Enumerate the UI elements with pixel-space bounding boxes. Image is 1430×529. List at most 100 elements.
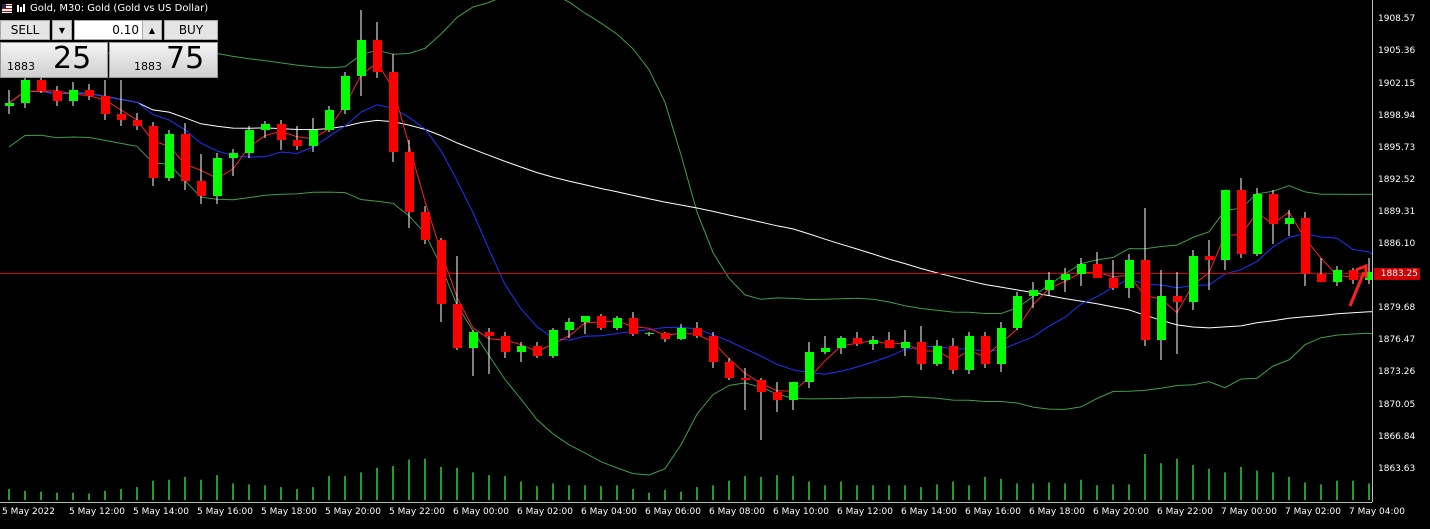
bear-candle: [885, 340, 894, 348]
price-tick-label: 1863.63: [1378, 463, 1416, 474]
bull-candle: [245, 130, 254, 153]
bear-candle: [1237, 190, 1246, 254]
time-tick-label: 5 May 12:00: [69, 507, 125, 517]
volume-decrease-button[interactable]: ▼: [52, 20, 72, 40]
sell-button[interactable]: SELL: [0, 20, 50, 40]
chart-title: Gold, M30: Gold (Gold vs US Dollar): [30, 2, 209, 14]
bull-candle: [1045, 280, 1054, 290]
bear-candle: [693, 328, 702, 336]
bear-candle: [709, 336, 718, 362]
time-tick-label: 6 May 22:00: [1157, 507, 1213, 517]
bull-candle: [21, 80, 30, 103]
bear-candle: [1301, 218, 1310, 274]
price-tick-label: 1898.94: [1378, 110, 1416, 121]
bear-candle: [101, 96, 110, 114]
price-tick-label: 1892.52: [1378, 174, 1416, 185]
bull-candle: [901, 342, 910, 348]
bear-candle: [853, 338, 862, 344]
time-tick-label: 5 May 14:00: [133, 507, 189, 517]
bull-candle: [837, 338, 846, 348]
bull-candle: [1333, 270, 1342, 282]
bull-candle: [357, 40, 366, 76]
price-tick-label: 1905.36: [1378, 46, 1416, 57]
bear-candle: [725, 362, 734, 378]
bear-candle: [1349, 270, 1358, 280]
price-tick-label: 1886.10: [1378, 239, 1416, 249]
bear-candle: [1141, 260, 1150, 340]
bull-candle: [677, 328, 686, 339]
bull-candle: [1157, 296, 1166, 340]
bear-candle: [773, 392, 782, 400]
price-tick-label: 1879.68: [1378, 303, 1416, 314]
bull-candle: [1253, 194, 1262, 254]
buy-button[interactable]: BUY: [164, 20, 218, 40]
price-tick-label: 1889.31: [1378, 206, 1416, 217]
bull-candle: [645, 333, 654, 334]
price-axis[interactable]: [1372, 0, 1430, 502]
bear-candle: [389, 72, 398, 152]
bear-candle: [37, 80, 46, 91]
bear-candle: [629, 318, 638, 334]
time-tick-label: 6 May 08:00: [709, 507, 765, 517]
bull-candle: [933, 346, 942, 364]
bull-candle: [965, 336, 974, 370]
buy-price-digits: 75: [166, 41, 205, 76]
bull-candle: [1061, 274, 1070, 280]
bull-candle: [1029, 290, 1038, 296]
sell-price-prefix: 1883: [7, 60, 35, 73]
bear-candle: [197, 181, 206, 196]
bull-candle: [1221, 190, 1230, 260]
bear-candle: [117, 114, 126, 120]
bull-candle: [5, 103, 14, 106]
time-tick-label: 6 May 06:00: [645, 507, 701, 517]
bear-candle: [741, 378, 750, 380]
price-tick-label: 1873.26: [1378, 367, 1416, 378]
bull-candle: [565, 322, 574, 330]
mid-ma-line: [8, 90, 1372, 375]
bull-candle: [261, 124, 270, 130]
bear-candle: [1173, 296, 1182, 302]
bull-candle: [229, 153, 238, 158]
bull-candle: [341, 76, 350, 110]
bear-candle: [181, 134, 190, 181]
bear-candle: [277, 124, 286, 140]
bear-candle: [1093, 264, 1102, 278]
time-tick-label: 6 May 10:00: [773, 507, 829, 517]
bull-candle: [309, 130, 318, 146]
bull-candle: [69, 90, 78, 101]
bear-candle: [981, 336, 990, 364]
bull-candle: [821, 348, 830, 352]
time-tick-label: 6 May 02:00: [517, 507, 573, 517]
bear-candle: [501, 336, 510, 352]
bear-candle: [1205, 256, 1214, 260]
bull-candle: [789, 382, 798, 400]
volume-increase-button[interactable]: ▲: [142, 20, 162, 40]
chevron-up-icon: ▲: [148, 25, 156, 35]
buy-price-prefix: 1883: [134, 60, 162, 73]
time-tick-label: 6 May 16:00: [965, 507, 1021, 517]
time-tick-label: 6 May 20:00: [1093, 507, 1149, 517]
time-tick-label: 7 May 04:00: [1349, 507, 1405, 517]
bear-candle: [53, 91, 62, 101]
price-tick-label: 1866.84: [1378, 431, 1416, 442]
bear-candle: [133, 120, 142, 126]
bear-candle: [1269, 194, 1278, 224]
buy-price-button[interactable]: 1883 75: [109, 41, 218, 78]
time-tick-label: 5 May 2022: [2, 507, 55, 517]
flag-icon: [2, 3, 12, 13]
bear-candle: [453, 304, 462, 348]
time-tick-label: 5 May 16:00: [197, 507, 253, 517]
price-tick-label: 1908.57: [1378, 14, 1416, 25]
bull-candle: [997, 328, 1006, 364]
current-bid-tag: 1883.25: [1374, 267, 1420, 280]
time-tick-label: 6 May 12:00: [837, 507, 893, 517]
bull-candle: [213, 158, 222, 196]
bear-candle: [533, 346, 542, 356]
time-tick-label: 5 May 22:00: [389, 507, 445, 517]
bear-candle: [949, 346, 958, 370]
time-tick-label: 5 May 18:00: [261, 507, 317, 517]
bear-candle: [437, 240, 446, 304]
bull-candle: [165, 134, 174, 178]
time-tick-label: 7 May 02:00: [1285, 507, 1341, 517]
sell-price-button[interactable]: 1883 25: [0, 41, 108, 78]
